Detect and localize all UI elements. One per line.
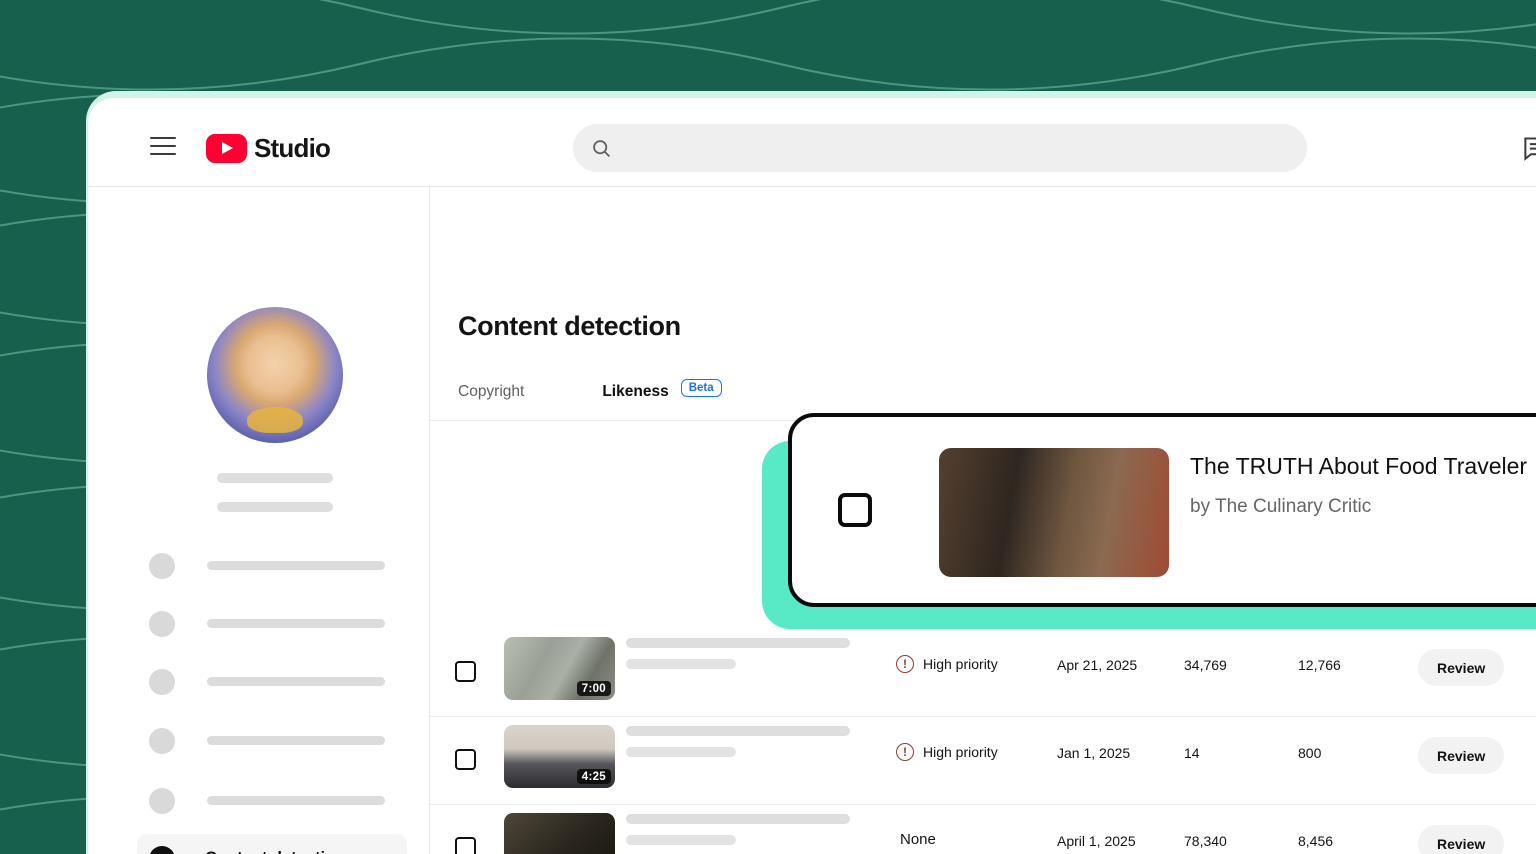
duration-badge: 4:25 [577, 769, 611, 784]
likeness-views-cell: 8,456 [1298, 833, 1333, 849]
sidebar-item-skeleton[interactable] [137, 669, 417, 695]
channel-avatar[interactable] [207, 307, 343, 443]
sidebar-item-skeleton[interactable] [137, 553, 417, 579]
skeleton-channel-name [217, 473, 333, 483]
sidebar-item-content-detection[interactable]: C Content detection [137, 834, 407, 854]
warning-icon: ! [896, 655, 914, 673]
skeleton-video-subtitle [626, 835, 736, 845]
video-thumbnail[interactable]: 7:00 [504, 637, 615, 700]
likeness-views-cell: 800 [1298, 745, 1321, 761]
views-cell: 14 [1184, 745, 1200, 761]
priority-label: None [900, 831, 936, 848]
skeleton-video-title [626, 726, 850, 736]
skeleton-video-title [626, 814, 850, 824]
feedback-icon[interactable] [1522, 134, 1536, 166]
menu-hamburger-icon[interactable] [150, 137, 176, 156]
skeleton-channel-handle [217, 502, 333, 512]
tab-bar: Copyright Likeness Beta [458, 383, 722, 401]
priority-cell: ! High priority [896, 743, 998, 761]
sidebar-item-label: Content detection [205, 849, 345, 854]
priority-label: High priority [923, 656, 998, 672]
table-row: 7:00 ! High priority Apr 21, 2025 34,769… [430, 629, 1536, 717]
warning-icon: ! [896, 743, 914, 761]
youtube-studio-logo[interactable]: Studio [206, 133, 330, 164]
row-checkbox[interactable] [455, 661, 476, 682]
skeleton-video-subtitle [626, 747, 736, 757]
sidebar: C Content detection [88, 187, 430, 854]
row-checkbox[interactable] [455, 837, 476, 854]
marketing-canvas: Studio C [0, 0, 1536, 854]
main-content: Content detection Copyright Likeness Bet… [430, 187, 1536, 854]
row-checkbox[interactable] [455, 749, 476, 770]
featured-row-checkbox[interactable] [838, 493, 872, 527]
page-title: Content detection [458, 311, 681, 342]
sidebar-item-skeleton[interactable] [137, 611, 417, 637]
views-cell: 78,340 [1184, 833, 1227, 849]
brand-name: Studio [254, 133, 330, 164]
date-cell: Jan 1, 2025 [1057, 745, 1130, 761]
sidebar-item-skeleton[interactable] [137, 728, 417, 754]
date-cell: Apr 21, 2025 [1057, 657, 1137, 673]
table-row: 4:25 ! High priority Jan 1, 2025 14 800 … [430, 717, 1536, 805]
skeleton-video-title [626, 638, 850, 648]
search-bar[interactable] [573, 124, 1307, 172]
tab-copyright[interactable]: Copyright [458, 383, 524, 401]
featured-video-thumbnail[interactable] [939, 448, 1169, 577]
video-thumbnail[interactable]: 6:12 [504, 813, 615, 854]
review-button[interactable]: Review [1418, 737, 1504, 774]
search-icon [591, 138, 612, 159]
featured-video-title: The TRUTH About Food Traveler [1190, 453, 1527, 480]
video-thumbnail[interactable]: 4:25 [504, 725, 615, 788]
app-header: Studio [88, 98, 1536, 187]
beta-badge: Beta [681, 379, 722, 397]
copyright-circle-icon: C [149, 846, 175, 854]
review-button[interactable]: Review [1418, 825, 1504, 854]
review-button[interactable]: Review [1418, 649, 1504, 686]
tab-likeness[interactable]: Likeness [602, 383, 668, 401]
views-cell: 34,769 [1184, 657, 1227, 673]
duration-badge: 7:00 [577, 681, 611, 696]
table-row: 6:12 ! None April 1, 2025 78,340 8,456 R… [430, 805, 1536, 854]
likeness-views-cell: 12,766 [1298, 657, 1341, 673]
priority-label: High priority [923, 744, 998, 760]
priority-cell: ! None [896, 831, 936, 848]
studio-app-window: Studio C [88, 98, 1536, 854]
featured-detection-row[interactable]: The TRUTH About Food Traveler by The Cul… [788, 413, 1536, 607]
youtube-play-icon [206, 134, 247, 163]
priority-cell: ! High priority [896, 655, 998, 673]
skeleton-video-subtitle [626, 659, 736, 669]
date-cell: April 1, 2025 [1057, 833, 1136, 849]
featured-video-byline: by The Culinary Critic [1190, 496, 1371, 518]
sidebar-item-skeleton[interactable] [137, 788, 417, 814]
detections-table: 7:00 ! High priority Apr 21, 2025 34,769… [430, 629, 1536, 854]
search-input[interactable] [622, 139, 1250, 158]
